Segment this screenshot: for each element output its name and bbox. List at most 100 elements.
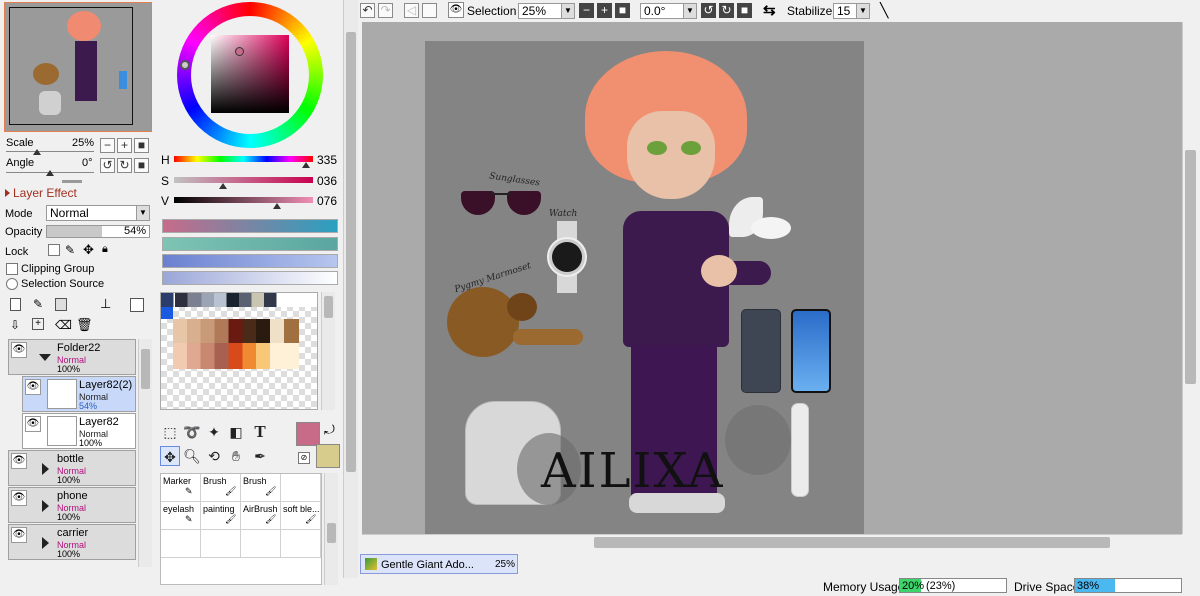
lock-move-icon[interactable]: ✥: [83, 242, 94, 258]
sv-marker[interactable]: [235, 47, 244, 56]
toolbar-rotate-left-button[interactable]: ↺: [701, 3, 716, 18]
transfer-down-icon[interactable]: ⇩: [10, 318, 20, 332]
deselect-button[interactable]: ◁: [404, 3, 419, 18]
visibility-eye-icon[interactable]: 👁︎: [25, 379, 41, 395]
move-tool-icon[interactable]: ✥: [160, 446, 180, 466]
layer-item-bottle[interactable]: 👁︎ bottle Normal 100%: [8, 450, 136, 486]
invert-selection-button[interactable]: [422, 3, 437, 18]
h-slider[interactable]: [174, 156, 313, 162]
sv-square[interactable]: [211, 35, 289, 113]
redo-button[interactable]: ↷: [378, 3, 393, 18]
brush-grid-scrollbar[interactable]: [324, 473, 338, 585]
folder-collapsed-icon[interactable]: [42, 500, 49, 512]
layer-effect-title[interactable]: Layer Effect: [13, 186, 77, 200]
layer-item-layer82[interactable]: 👁︎ Layer82 Normal 100%: [22, 413, 136, 449]
zoom-in-button[interactable]: +: [117, 138, 132, 153]
lasso-icon[interactable]: ➰: [182, 422, 202, 442]
straight-line-icon[interactable]: ╲: [880, 2, 888, 19]
visibility-eye-icon[interactable]: 👁︎: [11, 527, 27, 543]
folder-collapsed-icon[interactable]: [42, 537, 49, 549]
trash-icon[interactable]: 🗑︎: [76, 317, 93, 333]
rotate-right-button[interactable]: ↻: [117, 158, 132, 173]
secondary-color-swatch[interactable]: [316, 444, 340, 468]
collapse-arrow-icon[interactable]: [5, 189, 10, 197]
color-mix-bar-3[interactable]: [162, 254, 338, 268]
text-tool-icon[interactable]: T: [250, 422, 270, 442]
brush-empty-3[interactable]: [201, 530, 241, 558]
brush-empty-1[interactable]: [281, 474, 321, 502]
color-mix-bar-1[interactable]: [162, 219, 338, 233]
visibility-eye-icon[interactable]: 👁︎: [11, 342, 27, 358]
v-slider-thumb[interactable]: [273, 203, 281, 209]
scale-slider[interactable]: [6, 151, 94, 152]
lock-all-icon[interactable]: 🔒︎: [102, 243, 108, 256]
visibility-eye-icon[interactable]: 👁︎: [11, 453, 27, 469]
folder-collapsed-icon[interactable]: [42, 463, 49, 475]
brush-marker[interactable]: Marker ✎: [161, 474, 201, 502]
selection-visibility-icon[interactable]: 👁︎: [448, 2, 464, 18]
panel-divider-scrollbar[interactable]: [343, 0, 358, 578]
rotate-left-button[interactable]: ↺: [100, 158, 115, 173]
visibility-eye-icon[interactable]: 👁︎: [11, 490, 27, 506]
panel-splitter[interactable]: [62, 180, 82, 183]
hand-tool-icon[interactable]: ✋︎: [226, 446, 246, 466]
color-mix-bar-4[interactable]: [162, 271, 338, 285]
layer-item-phone[interactable]: 👁︎ phone Normal 100%: [8, 487, 136, 523]
canvas-viewport[interactable]: Sunglasses Watch Pygmy Marmoset AILIXA: [362, 22, 1182, 534]
layer-item-layer82-2[interactable]: 👁︎ Layer82(2) Normal 54%: [22, 376, 136, 412]
swap-colors-icon[interactable]: ⤾: [324, 422, 335, 438]
document-tab[interactable]: Gentle Giant Ado... 25%: [360, 554, 518, 574]
toolbar-zoom-in-button[interactable]: +: [597, 3, 612, 18]
primary-color-swatch[interactable]: [296, 422, 320, 446]
magic-wand-icon[interactable]: ✦: [204, 422, 224, 442]
color-mix-bar-2[interactable]: [162, 237, 338, 251]
palette-scrollbar[interactable]: [321, 292, 335, 410]
canvas-vertical-scrollbar[interactable]: [1182, 22, 1198, 534]
angle-slider-thumb[interactable]: [46, 170, 54, 176]
visibility-eye-icon[interactable]: 👁︎: [25, 416, 41, 432]
navigator-preview[interactable]: [4, 2, 152, 132]
s-slider[interactable]: [174, 177, 313, 183]
s-slider-thumb[interactable]: [219, 183, 227, 189]
selection-source-checkbox[interactable]: [6, 278, 18, 290]
rotate-reset-button[interactable]: ■: [134, 158, 149, 173]
layer-list-scrollbar[interactable]: [138, 339, 152, 567]
canvas-horizontal-scrollbar[interactable]: [362, 534, 1182, 550]
select-pen-icon[interactable]: ◧: [226, 422, 246, 442]
zoom-tool-icon[interactable]: 🔍︎: [182, 446, 202, 466]
new-layer-icon[interactable]: [10, 298, 21, 311]
stabilizer-select[interactable]: 15 ▼: [833, 3, 870, 19]
merge-down-icon[interactable]: +: [32, 318, 44, 330]
hue-marker[interactable]: [180, 60, 190, 70]
brush-empty-5[interactable]: [281, 530, 321, 558]
layer-transform-icon[interactable]: ⊥: [100, 296, 111, 312]
swatch-palette[interactable]: [160, 292, 318, 410]
opacity-slider[interactable]: 54%: [46, 225, 150, 238]
toolbar-zoom-reset-button[interactable]: ■: [615, 3, 630, 18]
brush-brush-1[interactable]: Brush 🖌︎: [201, 474, 241, 502]
lock-transparency-icon[interactable]: [48, 244, 60, 256]
rotation-select[interactable]: 0.0° ▼: [640, 3, 697, 19]
brush-brush-2[interactable]: Brush 🖌︎: [241, 474, 281, 502]
zoom-select[interactable]: 25% ▼: [518, 3, 575, 19]
clipping-group-checkbox[interactable]: [6, 263, 18, 275]
undo-button[interactable]: ↶: [360, 3, 375, 18]
transparent-color-icon[interactable]: ⊘: [298, 452, 310, 464]
scale-slider-thumb[interactable]: [33, 149, 41, 155]
toolbar-rotate-right-button[interactable]: ↻: [719, 3, 734, 18]
brush-airbrush[interactable]: AirBrush 🖌︎: [241, 502, 281, 530]
zoom-out-button[interactable]: −: [100, 138, 115, 153]
zoom-reset-button[interactable]: ■: [134, 138, 149, 153]
blend-mode-select[interactable]: Normal ▼: [46, 205, 150, 221]
brush-eyelash[interactable]: eyelash ✎: [161, 502, 201, 530]
brush-empty-2[interactable]: [161, 530, 201, 558]
v-slider[interactable]: [174, 197, 313, 203]
new-linework-layer-icon[interactable]: ✎: [33, 297, 43, 311]
layer-mask-icon[interactable]: [130, 298, 144, 312]
brush-soft-blend[interactable]: soft ble... 🖌︎: [281, 502, 321, 530]
layer-item-folder22[interactable]: 👁︎ Folder22 Normal 100%: [8, 339, 136, 375]
brush-painting[interactable]: painting 🖌︎: [201, 502, 241, 530]
clear-layer-icon[interactable]: ⌫: [55, 318, 72, 332]
toolbar-rotate-reset-button[interactable]: ■: [737, 3, 752, 18]
new-folder-icon[interactable]: [55, 298, 67, 311]
